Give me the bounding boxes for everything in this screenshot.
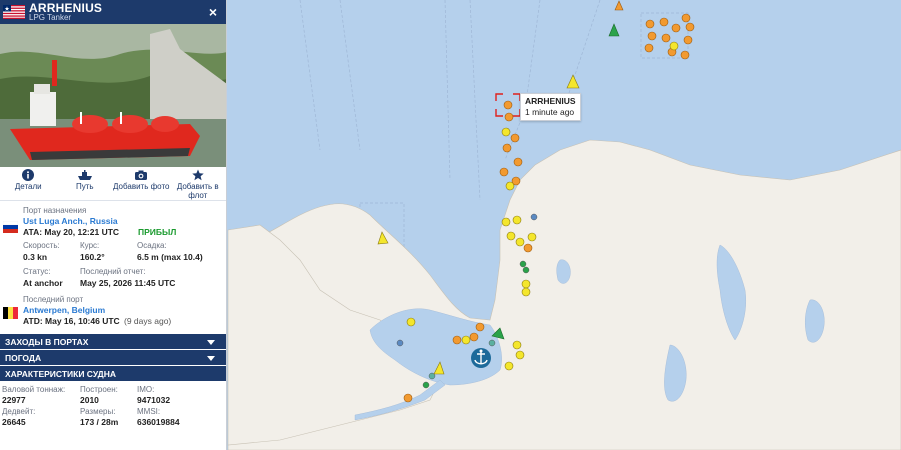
map-vessel-popup[interactable]: ARRHENIUS 1 minute ago <box>520 93 581 121</box>
destination-section: Порт назначения Ust Luga Anch., Russia A… <box>0 201 226 255</box>
route-label: Путь <box>75 182 94 191</box>
close-icon[interactable]: × <box>209 4 217 20</box>
speed-value: 0.3 kn <box>23 252 48 262</box>
vessel-info-panel: ARRHENIUS LPG Tanker × Детали Путь Добав… <box>0 0 227 450</box>
specs-section: Валовой тоннаж: Построен: IMO: 22977 201… <box>0 382 226 432</box>
mmsi-value: 636019884 <box>137 417 180 427</box>
add-photo-label: Добавить фото <box>113 182 170 191</box>
size-label: Размеры: <box>80 407 116 416</box>
size-value: 173 / 28m <box>80 417 119 427</box>
add-photo-button[interactable]: Добавить фото <box>113 167 170 200</box>
vessel-specs-label: ХАРАКТЕРИСТИКИ СУДНА <box>5 369 117 379</box>
add-to-fleet-button[interactable]: Добавить в флот <box>170 167 227 200</box>
built-value: 2010 <box>80 395 99 405</box>
course-label: Курс: <box>80 241 100 250</box>
route-button[interactable]: Путь <box>57 167 114 200</box>
anchor-port-icon[interactable] <box>471 348 491 368</box>
last-report-label: Последний отчет: <box>80 267 146 276</box>
vessel-specs-bar: ХАРАКТЕРИСТИКИ СУДНА <box>0 366 226 382</box>
popup-vessel-name: ARRHENIUS <box>525 96 576 106</box>
last-report-value: May 25, 2026 11:45 UTC <box>80 278 176 288</box>
action-bar: Детали Путь Добавить фото Добавить в фло… <box>0 167 226 201</box>
port-calls-bar[interactable]: ЗАХОДЫ В ПОРТАХ <box>0 334 226 350</box>
navigation-section: 0.3 kn 160.2° 6.5 m (max 10.4) Статус: П… <box>0 252 226 319</box>
status-value: At anchor <box>23 278 63 288</box>
gt-label: Валовой тоннаж: <box>2 385 66 394</box>
add-to-fleet-label: Добавить в флот <box>176 182 219 200</box>
destination-port-link[interactable]: Ust Luga Anch., Russia <box>23 216 118 226</box>
vessel-photo-image <box>0 24 226 167</box>
draught-label: Осадка: <box>137 241 167 250</box>
details-label: Детали <box>14 182 42 191</box>
chevron-down-icon <box>207 356 215 361</box>
star-icon <box>192 169 204 181</box>
liberia-flag-icon <box>3 5 25 19</box>
vessel-photo[interactable] <box>0 24 226 167</box>
status-label: Статус: <box>23 267 51 276</box>
details-button[interactable]: Детали <box>0 167 57 200</box>
course-value: 160.2° <box>80 252 105 262</box>
port-calls-label: ЗАХОДЫ В ПОРТАХ <box>5 337 89 347</box>
chevron-down-icon <box>207 340 215 345</box>
app-root: ARRHENIUS 1 minute ago ARRHENIUS LPG Tan… <box>0 0 901 450</box>
panel-header: ARRHENIUS LPG Tanker × <box>0 0 226 24</box>
destination-label: Порт назначения <box>23 206 87 215</box>
ship-route-icon <box>77 170 92 180</box>
imo-value: 9471032 <box>137 395 171 405</box>
last-port-section: ATD: May 16, 10:46 UTC (9 days ago) <box>0 315 226 334</box>
vessel-type: LPG Tanker <box>29 13 72 22</box>
draught-value: 6.5 m (max 10.4) <box>137 252 203 262</box>
built-label: Построен: <box>80 385 118 394</box>
mmsi-label: MMSI: <box>137 407 161 416</box>
imo-label: IMO: <box>137 385 155 394</box>
dwt-value: 26645 <box>2 417 26 427</box>
popup-time: 1 minute ago <box>525 107 575 117</box>
weather-label: ПОГОДА <box>5 353 42 363</box>
dwt-label: Дедвейт: <box>2 407 36 416</box>
last-port-atd: ATD: May 16, 10:46 UTC <box>23 316 120 326</box>
last-port-label: Последний порт <box>23 295 84 304</box>
camera-icon <box>135 170 148 180</box>
arrival-status-badge: ПРИБЫЛ <box>138 227 177 237</box>
info-icon <box>22 169 35 181</box>
speed-label: Скорость: <box>23 241 60 250</box>
weather-bar[interactable]: ПОГОДА <box>0 350 226 366</box>
last-port-link[interactable]: Antwerpen, Belgium <box>23 305 105 315</box>
gt-value: 22977 <box>2 395 26 405</box>
last-port-ago: (9 days ago) <box>124 316 172 326</box>
destination-ata: ATA: May 20, 12:21 UTC <box>23 227 120 237</box>
russia-flag-icon <box>3 221 18 233</box>
